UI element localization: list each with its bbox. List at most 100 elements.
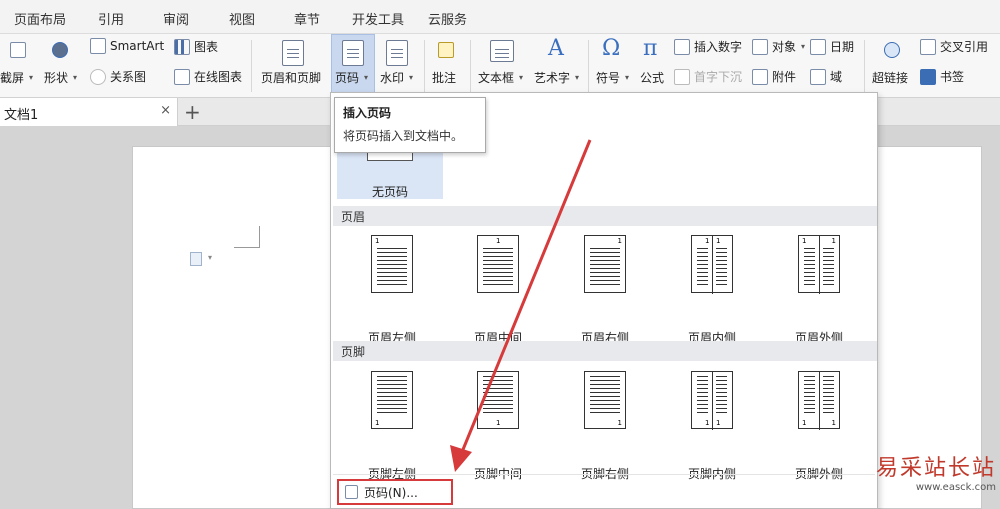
field-icon [810, 68, 826, 85]
header-left-option[interactable]: 1 页眉左侧 [347, 235, 437, 345]
textbox-button[interactable]: 文本框 ▾ [478, 69, 523, 86]
divider [424, 40, 425, 92]
drop-cap-button[interactable]: 首字下沉 [674, 68, 742, 85]
header-outside-thumbnail: 11 [798, 235, 840, 294]
tab-references[interactable]: 引用 [98, 9, 124, 28]
tooltip-title: 插入页码 [343, 106, 392, 120]
tab-view[interactable]: 视图 [229, 9, 255, 28]
header-left-thumbnail: 1 [371, 235, 413, 293]
header-footer-button[interactable]: 页眉和页脚 [261, 69, 321, 86]
header-center-option[interactable]: 1 页眉中间 [453, 235, 543, 345]
header-inside-option[interactable]: 11 页眉内侧 [667, 235, 757, 345]
wordart-button[interactable]: 艺术字 ▾ [534, 69, 579, 86]
chart-icon [174, 38, 190, 55]
object-button[interactable]: 对象 ▾ [752, 38, 805, 55]
bookmark-icon [920, 68, 936, 85]
online-chart-button[interactable]: 在线图表 [174, 68, 242, 85]
margin-corner-mark [234, 226, 260, 248]
footer-inside-thumbnail: 11 [691, 371, 733, 430]
tab-cloud[interactable]: 云服务 [428, 9, 467, 28]
footer-right-option[interactable]: 1 页脚右侧 [560, 371, 650, 481]
site-watermark: 易采站长站 www.easck.com [872, 450, 996, 493]
chevron-down-icon: ▾ [73, 73, 78, 82]
field-button[interactable]: 域 [810, 68, 842, 85]
online-chart-icon [174, 68, 190, 85]
tab-developer[interactable]: 开发工具 [352, 9, 404, 28]
header-section-title: 页眉 [333, 206, 877, 226]
insert-number-icon [674, 38, 690, 55]
page-number-icon [342, 40, 364, 66]
page-number-button[interactable]: 页码 ▾ [335, 69, 368, 86]
chevron-down-icon: ▾ [519, 73, 524, 82]
formula-button[interactable]: 公式 [640, 69, 664, 86]
watermark-button[interactable]: 水印 ▾ [380, 69, 413, 86]
date-button[interactable]: 日期 [810, 38, 854, 55]
footer-center-thumbnail: 1 [477, 371, 519, 429]
ribbon: 截屏 ▾ 形状 ▾ SmartArt 关系图 图表 在线图表 页眉和页脚 页码 ▾ 水… [0, 34, 1000, 98]
page-number-small-icon [345, 485, 358, 499]
page-number-dialog-button[interactable]: 页码(N)... [337, 479, 453, 505]
divider [251, 40, 252, 92]
watermark-text: 易采站长站 [875, 456, 996, 481]
chevron-down-icon: ▾ [801, 42, 806, 51]
chevron-down-icon: ▾ [208, 253, 213, 262]
textbox-icon [490, 40, 514, 62]
chevron-down-icon: ▾ [409, 73, 414, 82]
tooltip-description: 将页码插入到文档中。 [343, 129, 464, 143]
tab-page-layout[interactable]: 页面布局 [14, 9, 66, 28]
relation-button[interactable]: 关系图 [90, 68, 146, 85]
menu-bar: 页面布局 引用 审阅 视图 章节 开发工具 云服务 [0, 0, 1000, 34]
relation-icon [90, 68, 106, 85]
no-page-number-label: 无页码 [371, 185, 408, 199]
screenshot-icon [10, 42, 26, 58]
calendar-icon [810, 38, 826, 55]
insert-number-button[interactable]: 插入数字 [674, 38, 742, 55]
header-right-option[interactable]: 1 页眉右侧 [560, 235, 650, 345]
drop-cap-icon [674, 68, 690, 85]
screenshot-button[interactable]: 截屏 ▾ [0, 69, 33, 86]
header-right-thumbnail: 1 [584, 235, 626, 293]
header-center-thumbnail: 1 [477, 235, 519, 293]
add-tab-button[interactable]: + [184, 100, 201, 124]
document-tab-name: 文档1 [4, 108, 39, 123]
chevron-down-icon: ▾ [625, 73, 630, 82]
watermark-url: www.easck.com [915, 482, 996, 493]
footer-right-thumbnail: 1 [584, 371, 626, 429]
shape-icon [52, 42, 68, 58]
header-inside-thumbnail: 11 [691, 235, 733, 294]
hyperlink-button[interactable]: 超链接 [872, 69, 908, 86]
smartart-button[interactable]: SmartArt [90, 38, 164, 54]
tab-review[interactable]: 审阅 [163, 9, 189, 28]
footer-outside-thumbnail: 11 [798, 371, 840, 430]
paste-options-icon[interactable] [190, 252, 202, 266]
page-number-dialog-label: 页码(N)... [364, 485, 418, 500]
shape-button[interactable]: 形状 ▾ [44, 69, 77, 86]
header-footer-icon [282, 40, 304, 66]
page-number-dropdown: 无页码 页眉 1 页眉左侧 1 页眉中间 1 页眉右侧 11 页眉内侧 11 页… [330, 92, 878, 509]
cross-ref-button[interactable]: 交叉引用 [920, 38, 988, 55]
attachment-icon [752, 68, 768, 85]
bookmark-button[interactable]: 书签 [920, 68, 964, 85]
symbol-icon: Ω [602, 36, 621, 61]
chevron-down-icon: ▾ [364, 73, 369, 82]
cross-ref-icon [920, 38, 936, 55]
watermark-icon [386, 40, 408, 66]
chevron-down-icon: ▾ [29, 73, 34, 82]
document-tab[interactable]: 文档1 × [0, 98, 178, 126]
footer-center-option[interactable]: 1 页脚中间 [453, 371, 543, 481]
footer-left-thumbnail: 1 [371, 371, 413, 429]
divider [864, 40, 865, 92]
header-outside-option[interactable]: 11 页眉外侧 [774, 235, 864, 345]
tab-section[interactable]: 章节 [294, 9, 320, 28]
attachment-button[interactable]: 附件 [752, 68, 796, 85]
smartart-icon [90, 38, 106, 54]
chart-button[interactable]: 图表 [174, 38, 218, 55]
formula-icon: π [643, 36, 658, 61]
footer-outside-option[interactable]: 11 页脚外侧 [774, 371, 864, 481]
footer-left-option[interactable]: 1 页脚左侧 [347, 371, 437, 481]
footer-inside-option[interactable]: 11 页脚内侧 [667, 371, 757, 481]
close-icon[interactable]: × [160, 103, 171, 118]
comment-icon [438, 42, 454, 58]
symbol-button[interactable]: 符号 ▾ [596, 69, 629, 86]
comment-button[interactable]: 批注 [432, 69, 456, 86]
